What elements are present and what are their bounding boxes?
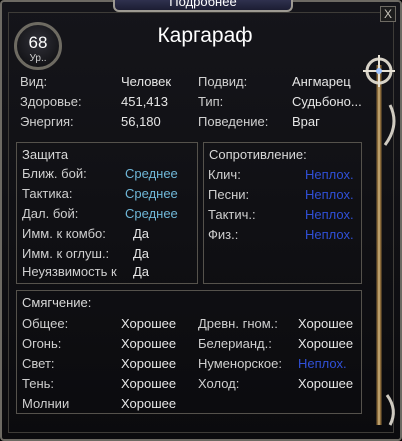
mitigation-value: Хорошее xyxy=(298,316,354,331)
defense-value: Среднее xyxy=(125,206,178,221)
mitigation-value: Хорошее xyxy=(121,356,177,371)
mitigation-value: Хорошее xyxy=(121,396,177,411)
level-badge-icon: 68 Ур.. xyxy=(14,22,62,70)
defense-label: Дал. бой: xyxy=(22,206,79,221)
mitigation-value: Хорошее xyxy=(298,336,354,351)
defense-label: Неуязвимость к xyxy=(22,264,117,279)
defense-value: Среднее xyxy=(125,166,178,181)
resistance-label: Физ.: xyxy=(208,227,239,242)
mitigation-value: Неплох. xyxy=(298,356,347,371)
info-label: Подвид: xyxy=(198,74,248,89)
level-label: Ур.. xyxy=(29,53,47,64)
info-value: 56,180 xyxy=(121,114,161,129)
mitigation-value: Хорошее xyxy=(121,376,177,391)
info-label: Тип: xyxy=(198,94,224,109)
mitigation-label: Белерианд.: xyxy=(198,336,272,351)
mitigation-value: Хорошее xyxy=(298,376,354,391)
mitigation-label: Молнии xyxy=(22,396,70,411)
defense-label: Ближ. бой: xyxy=(22,166,87,181)
defense-value: Да xyxy=(133,264,150,279)
window-title-tab[interactable]: Подробнее xyxy=(113,0,293,12)
defense-value: Да xyxy=(133,246,150,261)
mitigation-label: Общее: xyxy=(22,316,69,331)
info-value: Человек xyxy=(121,74,172,89)
defense-label: Имм. к оглуш.: xyxy=(22,246,110,261)
mitigation-value: Хорошее xyxy=(121,316,177,331)
resistance-value: Неплох. xyxy=(305,187,354,202)
defense-value: Да xyxy=(133,226,150,241)
info-label: Здоровье: xyxy=(20,94,82,109)
defense-title: Защита xyxy=(22,147,69,162)
defense-label: Тактика: xyxy=(22,186,73,201)
resistance-value: Неплох. xyxy=(305,227,354,242)
creature-name: Каргараф xyxy=(157,24,253,47)
resistance-label: Песни: xyxy=(208,187,250,202)
info-value: Ангмарец xyxy=(292,74,351,89)
resistance-title: Сопротивление: xyxy=(209,147,307,162)
window-title: Подробнее xyxy=(169,0,237,9)
mitigation-label: Свет: xyxy=(22,356,55,371)
info-value: 451,413 xyxy=(121,94,168,109)
info-value: Судьбоно... xyxy=(292,94,362,109)
resistance-label: Тактич.: xyxy=(208,207,256,222)
info-value: Враг xyxy=(292,114,320,129)
mitigation-label: Тень: xyxy=(22,376,55,391)
mitigation-title: Смягчение: xyxy=(22,295,92,310)
resistance-value: Неплох. xyxy=(305,167,354,182)
resistance-label: Клич: xyxy=(208,167,241,182)
level-number: 68 xyxy=(28,33,48,52)
mitigation-label: Нуменорское: xyxy=(198,356,282,371)
defense-label: Имм. к комбо: xyxy=(22,226,106,241)
close-icon[interactable]: X xyxy=(380,6,396,22)
mitigation-label: Огонь: xyxy=(22,336,62,351)
defense-value: Среднее xyxy=(125,186,178,201)
mitigation-label: Холод: xyxy=(198,376,240,391)
staff-icon xyxy=(363,55,396,426)
mitigation-value: Хорошее xyxy=(121,336,177,351)
info-label: Энергия: xyxy=(20,114,74,129)
info-label: Вид: xyxy=(20,74,48,89)
info-label: Поведение: xyxy=(198,114,269,129)
mitigation-label: Древн. гном.: xyxy=(198,316,278,331)
resistance-value: Неплох. xyxy=(305,207,354,222)
